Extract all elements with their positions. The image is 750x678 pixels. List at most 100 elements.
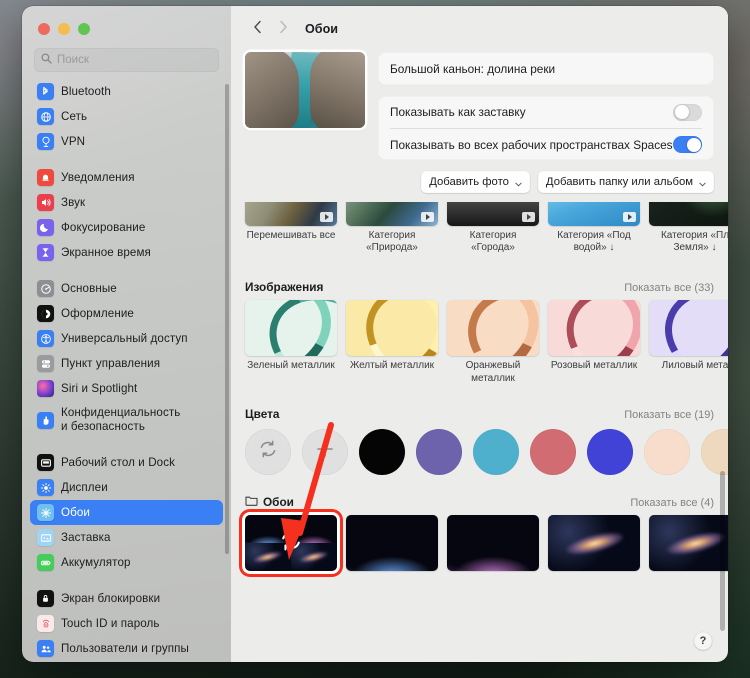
sidebar-item-label: Обои xyxy=(61,506,90,520)
wallpaper-green-metallic-tile[interactable] xyxy=(245,300,337,356)
colors-show-all-link[interactable]: Показать все (19) xyxy=(624,409,714,421)
sidebar-item-label: Touch ID и пароль xyxy=(61,617,160,631)
search-box[interactable] xyxy=(34,48,219,72)
images-section-title: Изображения xyxy=(245,280,323,294)
category-nature-tile[interactable] xyxy=(346,202,438,226)
category-cities-tile[interactable] xyxy=(447,202,539,226)
tile-wrap: Оранжевый металлик xyxy=(447,300,539,384)
category-underwater-tile[interactable] xyxy=(548,202,640,226)
close-button[interactable] xyxy=(38,23,50,35)
main-scrollbar[interactable] xyxy=(720,471,725,631)
color-rose-swatch[interactable] xyxy=(530,429,576,475)
add-folder-or-album-button[interactable]: Добавить папку или альбом xyxy=(538,171,714,193)
users-groups-icon xyxy=(37,640,54,657)
bluetooth-icon xyxy=(37,83,54,100)
tile-wrap: Желтый металлик xyxy=(346,300,438,384)
sidebar-item-privacy-security[interactable]: Конфиденциальность и безопасность xyxy=(30,401,223,439)
row-label: Показывать как заставку xyxy=(390,105,526,119)
sidebar-item-screensaver[interactable]: Заставка xyxy=(30,525,223,550)
wallpaper-scroll-area[interactable]: Перемешивать все Категория «Природа» xyxy=(231,202,728,662)
shuffle-colors-button[interactable] xyxy=(245,429,291,475)
wallpaper-aurora-pink-tile[interactable] xyxy=(447,515,539,571)
sidebar-item-notifications[interactable]: Уведомления xyxy=(30,165,223,190)
row-show-as-screensaver: Показывать как заставку xyxy=(390,96,702,128)
maximize-button[interactable] xyxy=(78,23,90,35)
sidebar-search xyxy=(22,42,231,80)
minimize-button[interactable] xyxy=(58,23,70,35)
sidebar-item-focus[interactable]: Фокусирование xyxy=(30,215,223,240)
system-settings-window: Bluetooth Сеть VPN xyxy=(22,6,728,662)
colors-section-title: Цвета xyxy=(245,407,279,421)
sidebar-item-label: Фокусирование xyxy=(61,221,145,235)
sidebar-item-touch-id[interactable]: Touch ID и пароль xyxy=(30,611,223,636)
sidebar-item-control-center[interactable]: Пункт управления xyxy=(30,351,223,376)
folder-icon xyxy=(245,495,258,509)
sidebar-item-network[interactable]: Сеть xyxy=(30,104,223,129)
sidebar-item-displays[interactable]: Дисплеи xyxy=(30,475,223,500)
search-input[interactable] xyxy=(57,54,212,66)
sidebar-item-label: Конфиденциальность и безопасность xyxy=(61,406,180,433)
sidebar-item-screen-time[interactable]: Экранное время xyxy=(30,240,223,265)
sidebar-group: Рабочий стол и Dock Дисплеи Обои xyxy=(30,450,223,575)
wallpaper-galaxy-2-tile[interactable] xyxy=(649,515,728,571)
category-planet-earth-tile[interactable] xyxy=(649,202,728,226)
wallpaper-pink-metallic-tile[interactable] xyxy=(548,300,640,356)
play-badge-icon xyxy=(623,212,636,222)
images-section-header: Изображения Показать все (33) xyxy=(245,254,714,300)
wallpaper-icon xyxy=(37,504,54,521)
sidebar-item-wallpaper[interactable]: Обои xyxy=(30,500,223,525)
images-show-all-link[interactable]: Показать все (33) xyxy=(624,282,714,294)
sidebar-item-label: Аккумулятор xyxy=(61,556,131,570)
chevron-right-icon xyxy=(279,20,288,39)
sidebar-item-vpn[interactable]: VPN xyxy=(30,129,223,154)
sidebar-group: Bluetooth Сеть VPN xyxy=(30,79,223,154)
color-blue-swatch[interactable] xyxy=(587,429,633,475)
row-show-on-all-spaces: Показывать во всех рабочих пространствах… xyxy=(390,128,702,160)
sidebar-item-label: Рабочий стол и Dock xyxy=(61,456,175,470)
sidebar-item-label: Пункт управления xyxy=(61,357,160,371)
siri-icon xyxy=(37,380,54,397)
wallpaper-yellow-metallic-tile[interactable] xyxy=(346,300,438,356)
wallpaper-galaxy-1-tile[interactable] xyxy=(548,515,640,571)
folder-show-all-link[interactable]: Показать все (4) xyxy=(630,497,714,509)
sidebar-item-battery[interactable]: Аккумулятор xyxy=(30,550,223,575)
sidebar-item-label: Уведомления xyxy=(61,171,135,185)
color-teal-swatch[interactable] xyxy=(473,429,519,475)
sidebar-item-accessibility[interactable]: Универсальный доступ xyxy=(30,326,223,351)
color-purple-swatch[interactable] xyxy=(416,429,462,475)
color-cream-swatch[interactable] xyxy=(701,429,728,475)
shuffle-all-tile[interactable] xyxy=(245,202,337,226)
forward-button[interactable] xyxy=(271,17,295,41)
color-peach-swatch[interactable] xyxy=(644,429,690,475)
add-photo-button[interactable]: Добавить фото xyxy=(421,171,530,193)
sidebar-item-desktop-dock[interactable]: Рабочий стол и Dock xyxy=(30,450,223,475)
current-wallpaper-preview[interactable] xyxy=(245,52,365,128)
back-button[interactable] xyxy=(245,17,269,41)
wallpaper-aurora-blue-tile[interactable] xyxy=(346,515,438,571)
sidebar-item-users-groups[interactable]: Пользователи и группы xyxy=(30,636,223,661)
tile-caption: Перемешивать все xyxy=(245,230,337,242)
sidebar-scrollbar[interactable] xyxy=(225,84,229,554)
sidebar-item-bluetooth[interactable]: Bluetooth xyxy=(30,79,223,104)
sidebar-item-appearance[interactable]: Оформление xyxy=(30,301,223,326)
touch-id-icon xyxy=(37,615,54,632)
show-as-screensaver-toggle[interactable] xyxy=(673,104,702,121)
sidebar-item-label: Экранное время xyxy=(61,246,151,260)
sidebar-item-general[interactable]: Основные xyxy=(30,276,223,301)
sidebar-list[interactable]: Bluetooth Сеть VPN xyxy=(22,76,231,662)
battery-icon xyxy=(37,554,54,571)
show-on-all-spaces-toggle[interactable] xyxy=(673,136,702,153)
wallpaper-orange-metallic-tile[interactable] xyxy=(447,300,539,356)
sidebar-item-lock-screen[interactable]: Экран блокировки xyxy=(30,586,223,611)
sidebar-item-siri-spotlight[interactable]: Siri и Spotlight xyxy=(30,376,223,401)
sidebar-item-label: Siri и Spotlight xyxy=(61,382,137,396)
shuffle-folder-wallpapers-tile[interactable] xyxy=(245,515,337,571)
tile-wrap: Зеленый металлик xyxy=(245,300,337,384)
play-badge-icon xyxy=(320,212,333,222)
help-button[interactable]: ? xyxy=(694,632,712,650)
sidebar-item-sound[interactable]: Звук xyxy=(30,190,223,215)
add-color-button[interactable] xyxy=(302,429,348,475)
color-black-swatch[interactable] xyxy=(359,429,405,475)
wallpaper-purple-metallic-tile[interactable] xyxy=(649,300,728,356)
sidebar-item-label: Звук xyxy=(61,196,85,210)
